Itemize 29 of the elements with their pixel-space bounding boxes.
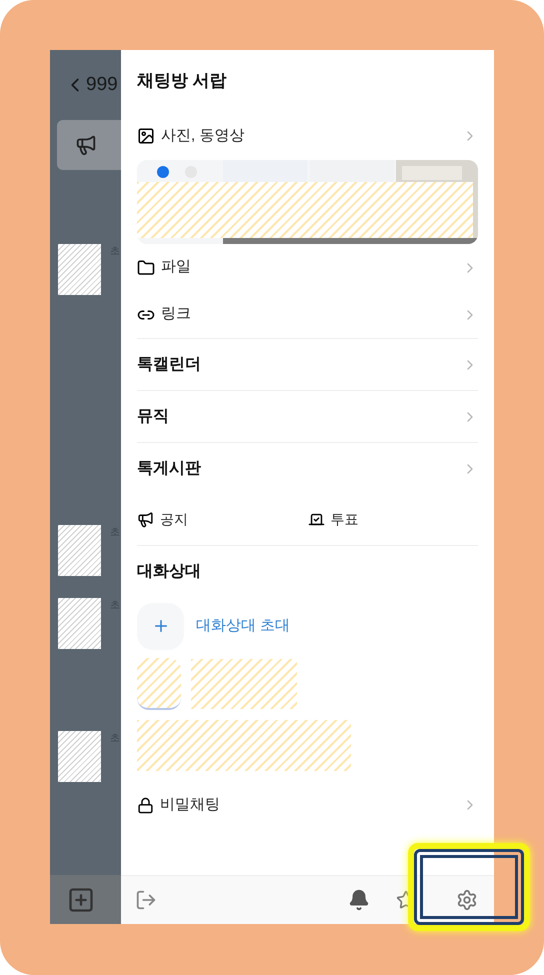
vote-label[interactable]: 투표 [330, 509, 358, 530]
image-icon [137, 127, 155, 145]
row-label[interactable]: 링크 [161, 303, 462, 326]
chat-title: 999 [86, 72, 118, 97]
notice-label[interactable]: 공지 [160, 509, 188, 530]
redaction-hatch [58, 598, 101, 649]
row-label[interactable]: 비밀채팅 [160, 794, 462, 816]
bell-icon[interactable] [348, 889, 370, 911]
section-heading: 대화상대 [137, 562, 201, 582]
drawer-title: 채팅방 서랍 [137, 70, 227, 92]
notice-bar[interactable] [57, 120, 121, 170]
redaction-hatch [137, 658, 181, 710]
row-label[interactable]: 뮤직 [137, 404, 462, 428]
invite-link[interactable]: 대화상대 초대 [196, 614, 290, 638]
row-label[interactable]: 톡캘린더 [137, 352, 462, 376]
redaction-hatch [58, 731, 101, 782]
lock-icon [137, 796, 154, 814]
megaphone-icon [137, 511, 154, 528]
plus-icon[interactable] [67, 886, 95, 914]
redaction-hatch [58, 244, 101, 295]
folder-icon [137, 258, 155, 276]
redaction-hatch [58, 525, 101, 576]
row-label[interactable]: 사진, 동영상 [161, 124, 462, 148]
megaphone-icon [75, 134, 97, 156]
row-label[interactable]: 톡게시판 [137, 456, 462, 480]
row-label[interactable]: 파일 [161, 256, 462, 279]
exit-icon[interactable] [135, 889, 157, 911]
ballot-box-icon [308, 511, 324, 528]
settings-icon[interactable] [456, 889, 478, 911]
